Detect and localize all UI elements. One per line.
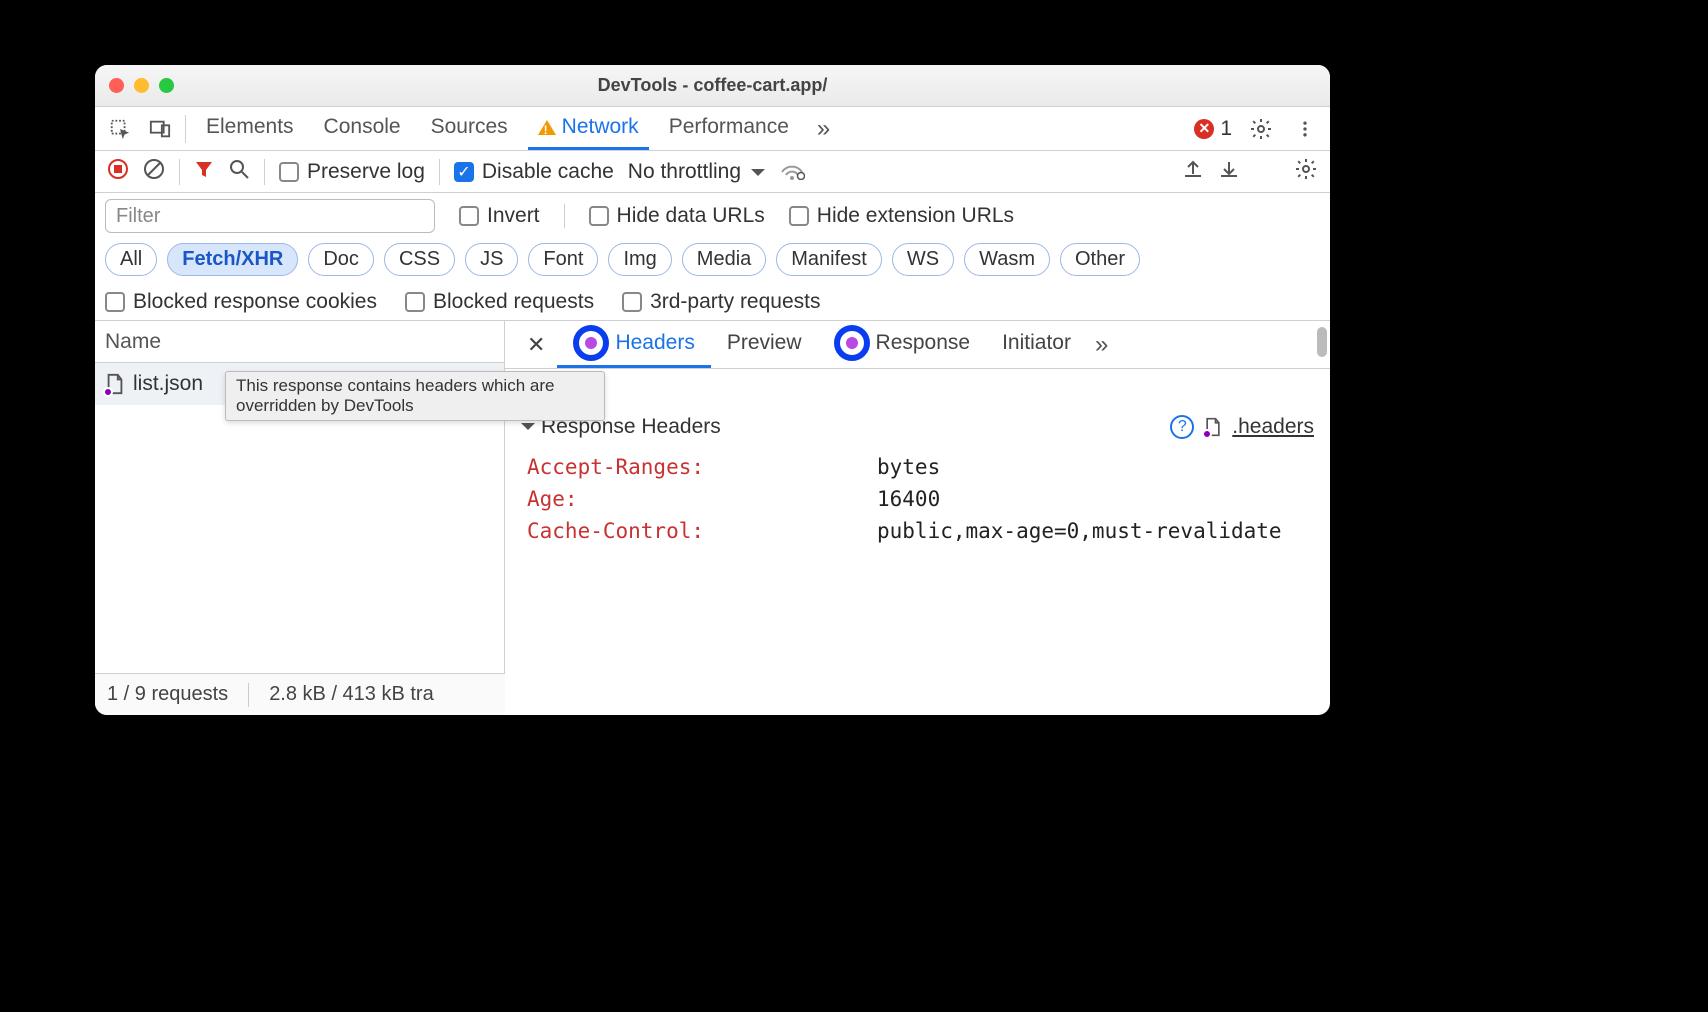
zoom-window-button[interactable] xyxy=(159,78,174,93)
network-conditions-icon[interactable] xyxy=(779,158,805,186)
pill-js[interactable]: JS xyxy=(465,243,518,276)
pill-img[interactable]: Img xyxy=(608,243,671,276)
pill-media[interactable]: Media xyxy=(682,243,766,276)
blocked-response-cookies-checkbox[interactable]: Blocked response cookies xyxy=(105,290,377,314)
resource-type-pills: All Fetch/XHR Doc CSS JS Font Img Media … xyxy=(105,243,1320,276)
error-icon: ✕ xyxy=(1194,119,1214,139)
detail-tab-headers[interactable]: Headers xyxy=(557,321,710,368)
tab-console[interactable]: Console xyxy=(314,107,411,150)
device-toolbar-icon[interactable] xyxy=(145,114,175,144)
kebab-menu-icon[interactable] xyxy=(1290,114,1320,144)
header-key: Cache-Control: xyxy=(527,519,857,543)
filter-input[interactable]: Filter xyxy=(105,199,435,233)
network-status-bar: 1 / 9 requests 2.8 kB / 413 kB tra xyxy=(95,673,505,715)
window-titlebar: DevTools - coffee-cart.app/ xyxy=(95,65,1330,107)
hide-data-urls-checkbox[interactable]: Hide data URLs xyxy=(589,204,765,228)
overridden-file-icon xyxy=(105,373,125,395)
disable-cache-checkbox[interactable]: ✓Disable cache xyxy=(454,160,614,184)
help-icon[interactable]: ? xyxy=(1170,415,1194,439)
blocked-requests-checkbox[interactable]: Blocked requests xyxy=(405,290,594,314)
scrollbar-thumb[interactable] xyxy=(1317,327,1327,357)
headers-content: This response is overridden by DevTools … xyxy=(505,369,1330,715)
override-indicator-icon xyxy=(834,325,870,361)
clear-button[interactable] xyxy=(143,158,165,186)
tooltip-headers-override: This response contains headers which are… xyxy=(225,371,605,421)
header-value: public,max-age=0,must-revalidate xyxy=(877,519,1314,543)
pill-wasm[interactable]: Wasm xyxy=(964,243,1050,276)
window-title: DevTools - coffee-cart.app/ xyxy=(95,75,1330,96)
detail-tabstrip: ✕ Headers Preview Response Initiator » xyxy=(505,321,1330,369)
network-filter-bar: Filter Invert Hide data URLs Hide extens… xyxy=(95,193,1330,321)
export-har-icon[interactable] xyxy=(1182,158,1204,186)
chevron-down-icon xyxy=(751,169,765,183)
throttling-select[interactable]: No throttling xyxy=(628,160,765,184)
minimize-window-button[interactable] xyxy=(134,78,149,93)
pill-all[interactable]: All xyxy=(105,243,157,276)
overridden-file-icon xyxy=(1204,417,1222,437)
window-traffic-lights xyxy=(109,78,174,93)
detail-tab-initiator[interactable]: Initiator xyxy=(986,321,1087,368)
pill-doc[interactable]: Doc xyxy=(308,243,374,276)
preserve-log-checkbox[interactable]: Preserve log xyxy=(279,160,425,184)
detail-tab-preview[interactable]: Preview xyxy=(711,321,818,368)
pill-font[interactable]: Font xyxy=(528,243,598,276)
network-body: Name list.json This response contains he… xyxy=(95,321,1330,715)
header-row: Accept-Ranges: bytes xyxy=(521,451,1314,483)
tab-network[interactable]: Network xyxy=(528,107,649,150)
response-headers-section[interactable]: Response Headers ? .headers xyxy=(521,411,1314,451)
pill-other[interactable]: Other xyxy=(1060,243,1140,276)
more-detail-tabs-icon[interactable]: » xyxy=(1087,331,1116,359)
filter-toggle-icon[interactable] xyxy=(194,159,214,185)
console-error-badge[interactable]: ✕ 1 xyxy=(1194,117,1232,141)
close-window-button[interactable] xyxy=(109,78,124,93)
pill-css[interactable]: CSS xyxy=(384,243,455,276)
tab-elements[interactable]: Elements xyxy=(196,107,304,150)
pill-fetch-xhr[interactable]: Fetch/XHR xyxy=(167,243,298,276)
import-har-icon[interactable] xyxy=(1218,158,1240,186)
list-column-header[interactable]: Name xyxy=(95,321,504,363)
settings-gear-icon[interactable] xyxy=(1246,114,1276,144)
main-tabstrip: Elements Console Sources Network Perform… xyxy=(95,107,1330,151)
warning-icon xyxy=(538,111,556,135)
request-details-panel: ✕ Headers Preview Response Initiator » T… xyxy=(505,321,1330,715)
tab-performance[interactable]: Performance xyxy=(659,107,799,150)
tab-sources[interactable]: Sources xyxy=(421,107,518,150)
header-value: bytes xyxy=(877,455,1314,479)
network-settings-gear-icon[interactable] xyxy=(1294,157,1318,187)
more-tabs-icon[interactable]: » xyxy=(809,115,838,143)
detail-tab-response[interactable]: Response xyxy=(818,321,987,368)
inspect-element-icon[interactable] xyxy=(105,114,135,144)
pill-manifest[interactable]: Manifest xyxy=(776,243,882,276)
header-row: Age: 16400 xyxy=(521,483,1314,515)
headers-file-link[interactable]: .headers xyxy=(1232,415,1314,439)
invert-checkbox[interactable]: Invert xyxy=(459,204,540,228)
request-count: 1 / 9 requests xyxy=(107,683,228,706)
header-row: Cache-Control: public,max-age=0,must-rev… xyxy=(521,515,1314,547)
pill-ws[interactable]: WS xyxy=(892,243,954,276)
disclosure-triangle-icon xyxy=(521,423,535,437)
request-list-panel: Name list.json This response contains he… xyxy=(95,321,505,715)
devtools-window: DevTools - coffee-cart.app/ Elements Con… xyxy=(95,65,1330,715)
override-indicator-icon xyxy=(573,325,609,361)
header-key: Accept-Ranges: xyxy=(527,455,857,479)
record-button[interactable] xyxy=(107,158,129,186)
header-value: 16400 xyxy=(877,487,1314,511)
request-name: list.json xyxy=(133,372,203,396)
close-details-icon[interactable]: ✕ xyxy=(515,332,557,358)
network-toolbar: Preserve log ✓Disable cache No throttlin… xyxy=(95,151,1330,193)
header-key: Age: xyxy=(527,487,857,511)
third-party-requests-checkbox[interactable]: 3rd-party requests xyxy=(622,290,820,314)
search-icon[interactable] xyxy=(228,158,250,186)
transfer-size: 2.8 kB / 413 kB tra xyxy=(269,683,434,706)
hide-extension-urls-checkbox[interactable]: Hide extension URLs xyxy=(789,204,1014,228)
